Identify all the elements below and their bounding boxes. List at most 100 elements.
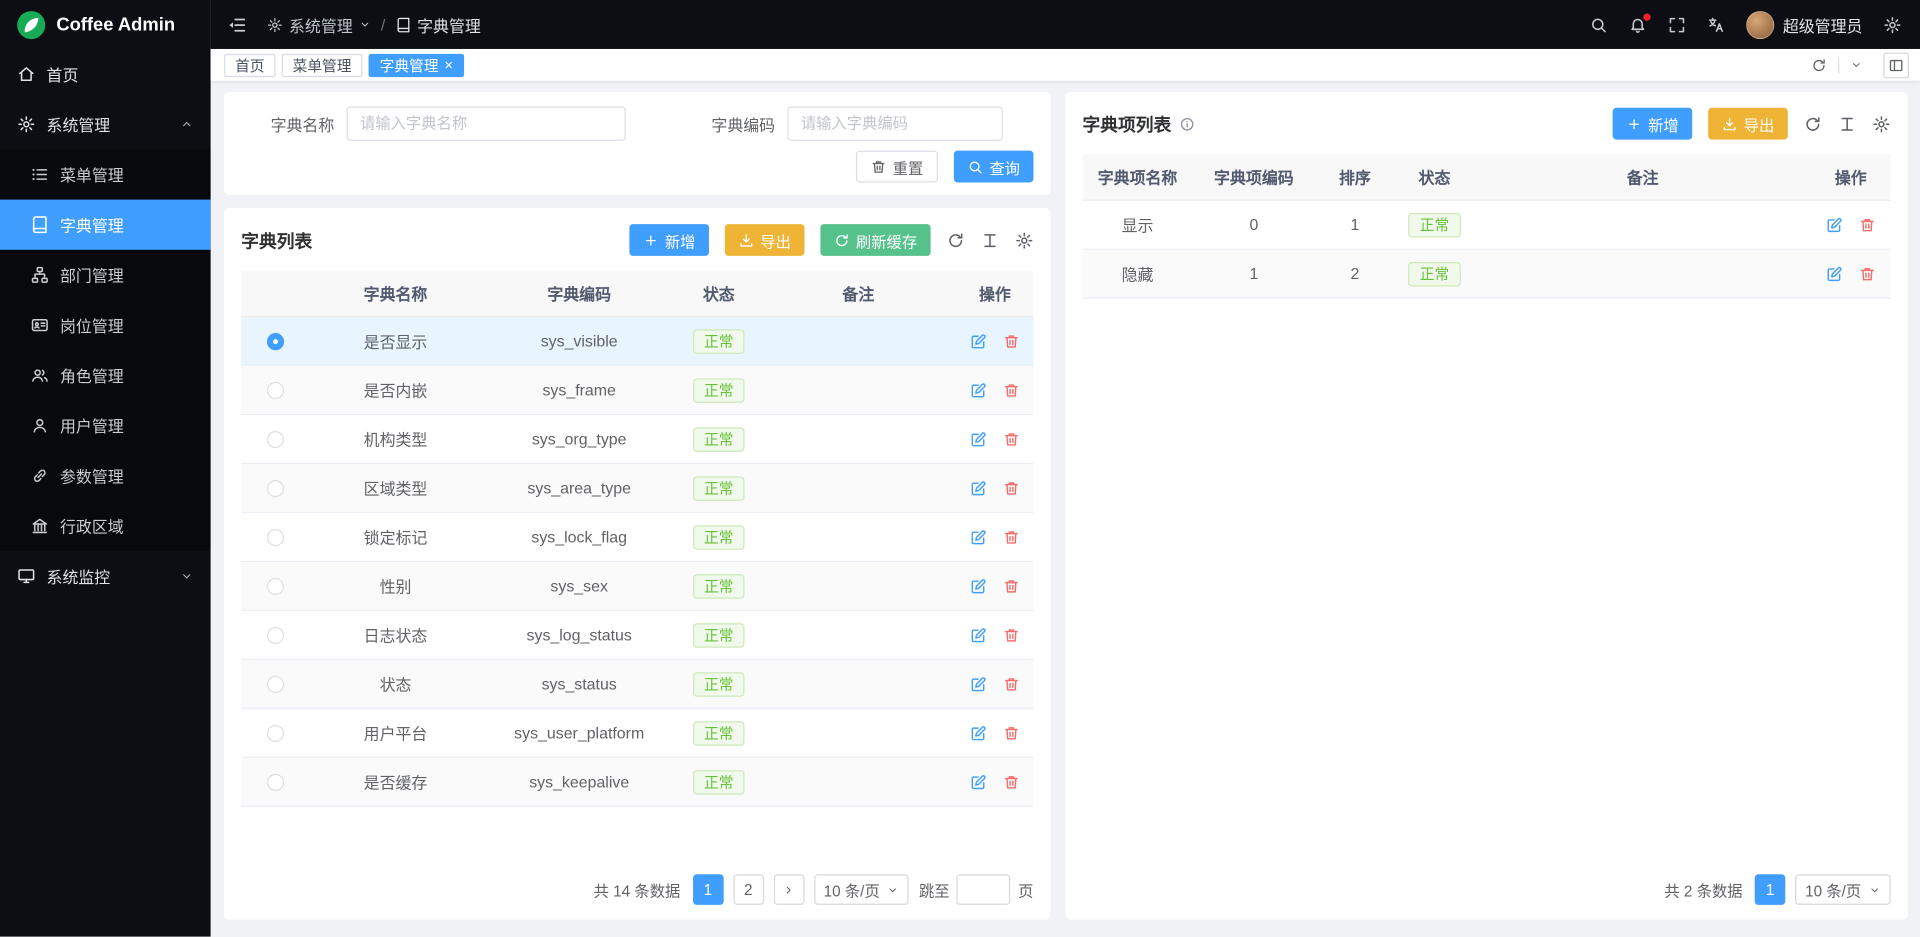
delete-icon[interactable] <box>1859 265 1876 282</box>
row-select-radio[interactable] <box>267 724 284 741</box>
row-select-radio[interactable] <box>267 773 284 790</box>
table-settings-gear-icon[interactable] <box>1015 231 1033 249</box>
reset-button[interactable]: 重置 <box>856 151 938 183</box>
table-row[interactable]: 区域类型 sys_area_type 正常 <box>241 464 1033 513</box>
edit-icon[interactable] <box>970 381 987 398</box>
table-row[interactable]: 状态 sys_status 正常 <box>241 660 1033 709</box>
next-page-button[interactable] <box>773 875 804 906</box>
table-row[interactable]: 机构类型 sys_org_type 正常 <box>241 415 1033 464</box>
tab-home[interactable]: 首页 <box>224 53 275 76</box>
delete-icon[interactable] <box>1859 216 1876 233</box>
row-select-radio[interactable] <box>267 332 284 349</box>
page-button-1[interactable]: 1 <box>1755 875 1786 906</box>
dict-code-input[interactable] <box>787 107 1003 141</box>
delete-icon[interactable] <box>1003 626 1020 643</box>
link-icon <box>31 467 49 485</box>
edit-icon[interactable] <box>970 773 987 790</box>
sidebar-item-system-monitor[interactable]: 系统监控 <box>0 551 211 601</box>
delete-icon[interactable] <box>1003 381 1020 398</box>
translate-icon[interactable] <box>1707 15 1725 33</box>
notification-bell-icon[interactable] <box>1629 15 1647 33</box>
export-button[interactable]: 导出 <box>725 224 805 256</box>
close-icon[interactable]: × <box>445 58 454 73</box>
settings-gear-icon[interactable] <box>1883 15 1901 33</box>
sidebar-item-param-mgmt[interactable]: 参数管理 <box>0 451 211 501</box>
table-row[interactable]: 是否显示 sys_visible 正常 <box>241 317 1033 366</box>
edit-icon[interactable] <box>970 479 987 496</box>
breadcrumb-parent[interactable]: 系统管理 <box>267 13 371 36</box>
edit-icon[interactable] <box>970 332 987 349</box>
refresh-icon[interactable] <box>1804 114 1822 132</box>
sidebar-item-system-mgmt[interactable]: 系统管理 <box>0 99 211 149</box>
status-badge: 正常 <box>693 770 744 794</box>
edit-icon[interactable] <box>970 675 987 692</box>
table-row[interactable]: 日志状态 sys_log_status 正常 <box>241 611 1033 660</box>
table-row[interactable]: 用户平台 sys_user_platform 正常 <box>241 709 1033 758</box>
user-avatar[interactable] <box>1746 10 1774 38</box>
menu-collapse-icon[interactable] <box>227 14 248 35</box>
delete-icon[interactable] <box>1003 773 1020 790</box>
add-button[interactable]: 新增 <box>629 224 709 256</box>
add-button[interactable]: 新增 <box>1613 108 1693 140</box>
edit-icon[interactable] <box>970 724 987 741</box>
sidebar-item-home[interactable]: 首页 <box>0 49 211 99</box>
row-select-radio[interactable] <box>267 479 284 496</box>
status-cell: 正常 <box>677 660 760 708</box>
column-settings-icon[interactable] <box>1838 114 1856 132</box>
edit-icon[interactable] <box>1826 265 1843 282</box>
refresh-icon[interactable] <box>1800 57 1838 73</box>
delete-icon[interactable] <box>1003 675 1020 692</box>
row-select-radio[interactable] <box>267 381 284 398</box>
sidebar-item-dept-mgmt[interactable]: 部门管理 <box>0 250 211 300</box>
delete-icon[interactable] <box>1003 430 1020 447</box>
sidebar-item-role-mgmt[interactable]: 角色管理 <box>0 350 211 400</box>
page-size-select[interactable]: 10 条/页 <box>814 875 909 906</box>
sidebar-item-menu-mgmt[interactable]: 菜单管理 <box>0 149 211 199</box>
refresh-icon[interactable] <box>947 231 965 249</box>
table-row[interactable]: 是否缓存 sys_keepalive 正常 <box>241 758 1033 807</box>
tab-menu-mgmt[interactable]: 菜单管理 <box>282 53 363 76</box>
fullscreen-icon[interactable] <box>1668 15 1686 33</box>
edit-icon[interactable] <box>970 528 987 545</box>
page-size-select[interactable]: 10 条/页 <box>1795 875 1890 906</box>
delete-icon[interactable] <box>1003 724 1020 741</box>
row-select-radio[interactable] <box>267 528 284 545</box>
table-row[interactable]: 锁定标记 sys_lock_flag 正常 <box>241 513 1033 562</box>
username[interactable]: 超级管理员 <box>1783 13 1863 36</box>
delete-icon[interactable] <box>1003 528 1020 545</box>
row-select-radio[interactable] <box>267 626 284 643</box>
delete-icon[interactable] <box>1003 577 1020 594</box>
query-button[interactable]: 查询 <box>954 151 1034 183</box>
sidebar-item-admin-region[interactable]: 行政区域 <box>0 501 211 551</box>
edit-icon[interactable] <box>970 430 987 447</box>
edit-icon[interactable] <box>970 577 987 594</box>
edit-icon[interactable] <box>970 626 987 643</box>
table-row[interactable]: 性别 sys_sex 正常 <box>241 562 1033 611</box>
edit-icon[interactable] <box>1826 216 1843 233</box>
sidebar-item-dict-mgmt[interactable]: 字典管理 <box>0 200 211 250</box>
info-icon[interactable] <box>1179 116 1195 132</box>
tab-dict-mgmt[interactable]: 字典管理× <box>369 53 465 76</box>
jump-page-input[interactable] <box>957 875 1011 906</box>
content-fullscreen-icon[interactable] <box>1883 52 1909 78</box>
sidebar-item-post-mgmt[interactable]: 岗位管理 <box>0 300 211 350</box>
row-select-radio[interactable] <box>267 675 284 692</box>
export-button[interactable]: 导出 <box>1708 108 1788 140</box>
chevron-down-icon[interactable] <box>1839 59 1873 71</box>
table-row[interactable]: 是否内嵌 sys_frame 正常 <box>241 366 1033 415</box>
delete-icon[interactable] <box>1003 479 1020 496</box>
status-cell: 正常 <box>677 709 760 757</box>
table-row[interactable]: 显示 0 1 正常 <box>1082 201 1890 250</box>
row-select-radio[interactable] <box>267 577 284 594</box>
row-select-radio[interactable] <box>267 430 284 447</box>
page-button-1[interactable]: 1 <box>693 875 724 906</box>
column-settings-icon[interactable] <box>981 231 999 249</box>
refresh-cache-button[interactable]: 刷新缓存 <box>820 224 930 256</box>
table-settings-gear-icon[interactable] <box>1872 114 1890 132</box>
sidebar-item-user-mgmt[interactable]: 用户管理 <box>0 400 211 450</box>
table-row[interactable]: 隐藏 1 2 正常 <box>1082 250 1890 299</box>
delete-icon[interactable] <box>1003 332 1020 349</box>
search-icon[interactable] <box>1589 15 1607 33</box>
dict-name-input[interactable] <box>347 107 626 141</box>
page-button-2[interactable]: 2 <box>733 875 764 906</box>
